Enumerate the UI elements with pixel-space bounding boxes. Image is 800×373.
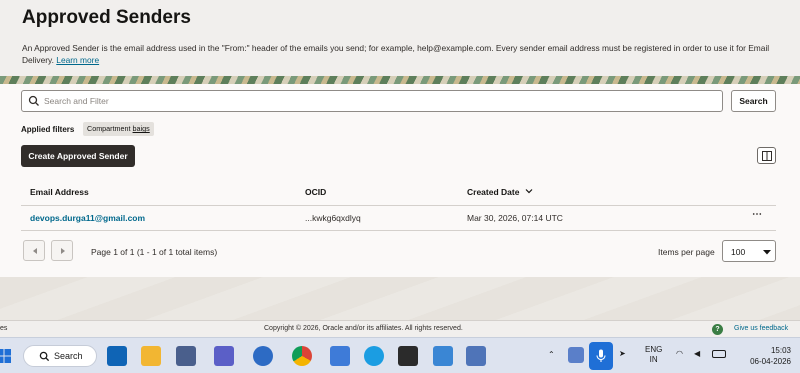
footer-left-text[interactable]: es xyxy=(0,325,7,332)
remote-desktop-icon[interactable] xyxy=(433,346,453,366)
outlook-icon[interactable] xyxy=(107,346,127,366)
system-clock[interactable]: 15:03 06-04-2026 xyxy=(739,345,791,367)
ocid-cell: ...kwkg6qxdlyq xyxy=(305,213,361,223)
filter-chip-key: Compartment xyxy=(87,124,131,133)
language-code: ENG xyxy=(645,345,663,354)
items-per-page-value: 100 xyxy=(731,247,746,257)
applied-filters-label: Applied filters xyxy=(21,125,75,134)
learn-more-link[interactable]: Learn more xyxy=(56,55,99,65)
filter-chip-value[interactable]: baigs xyxy=(133,124,150,133)
file-explorer-icon[interactable] xyxy=(141,346,161,366)
columns-icon xyxy=(762,151,772,161)
teams-icon[interactable] xyxy=(214,346,234,366)
chrome-icon[interactable] xyxy=(292,346,312,366)
wifi-icon[interactable]: ◠ xyxy=(676,349,683,358)
search-box[interactable] xyxy=(21,90,723,112)
taskbar-search[interactable]: Search xyxy=(23,345,97,367)
email-address-link[interactable]: devops.durga11@gmail.com xyxy=(30,213,145,223)
main-content: Search Applied filters Compartment baigs… xyxy=(0,84,800,277)
table-row-divider xyxy=(21,230,776,231)
more-actions-icon[interactable]: ⋯ xyxy=(749,210,765,224)
page-title: Approved Senders xyxy=(22,7,191,28)
help-icon[interactable]: ? xyxy=(712,324,723,335)
clock-date: 06-04-2026 xyxy=(750,357,791,366)
page-header: Approved Senders An Approved Sender is t… xyxy=(0,0,800,76)
windows-start-icon[interactable] xyxy=(0,349,11,363)
dropdown-caret-icon xyxy=(763,250,771,255)
notepad-icon[interactable] xyxy=(330,346,350,366)
previous-page-button[interactable] xyxy=(23,240,45,261)
next-page-button[interactable] xyxy=(51,240,73,261)
taskbar-search-label: Search xyxy=(54,351,83,361)
page-description: An Approved Sender is the email address … xyxy=(22,42,782,66)
clock-time: 15:03 xyxy=(770,346,791,355)
manage-columns-button[interactable] xyxy=(757,147,776,164)
browser-app-icon[interactable] xyxy=(253,346,273,366)
column-header-email[interactable]: Email Address xyxy=(30,187,89,197)
chevron-up-icon[interactable]: ⌃ xyxy=(548,350,555,359)
sync-icon[interactable] xyxy=(568,347,584,363)
table-header-divider xyxy=(21,205,776,206)
edge-icon[interactable] xyxy=(364,346,384,366)
language-region: IN xyxy=(649,355,658,364)
location-arrow-icon[interactable]: ➤ xyxy=(619,349,626,358)
copyright-text: Copyright © 2026, Oracle and/or its affi… xyxy=(264,325,463,332)
volume-icon[interactable]: ◀ xyxy=(694,349,700,358)
column-header-ocid[interactable]: OCID xyxy=(305,187,326,197)
network-app-icon[interactable] xyxy=(176,346,196,366)
search-icon xyxy=(28,95,39,106)
language-indicator[interactable]: ENG IN xyxy=(645,345,662,365)
create-approved-sender-button[interactable]: Create Approved Sender xyxy=(21,145,135,167)
sort-descending-icon[interactable] xyxy=(525,187,533,195)
chevron-left-icon xyxy=(33,248,37,254)
created-date-cell: Mar 30, 2026, 07:14 UTC xyxy=(467,213,563,223)
microphone-icon xyxy=(596,349,606,362)
column-header-created-date[interactable]: Created Date xyxy=(467,187,519,197)
battery-icon[interactable] xyxy=(712,350,726,358)
chevron-right-icon xyxy=(61,248,65,254)
search-icon xyxy=(39,351,50,362)
search-button[interactable]: Search xyxy=(731,90,776,112)
filter-chip-compartment[interactable]: Compartment baigs xyxy=(83,122,154,136)
give-feedback-link[interactable]: Give us feedback xyxy=(734,325,788,332)
windows-taskbar: Search ⌃ ➤ ENG IN ◠ ◀ 15:03 06-04-2026 xyxy=(0,337,800,373)
items-per-page-select[interactable]: 100 xyxy=(722,240,776,262)
page-background xyxy=(0,277,800,320)
console-footer: es Copyright © 2026, Oracle and/or its a… xyxy=(0,320,800,337)
decorative-banner xyxy=(0,76,800,84)
terminal-icon[interactable] xyxy=(398,346,418,366)
network-connect-icon[interactable] xyxy=(466,346,486,366)
search-input[interactable] xyxy=(44,94,704,108)
items-per-page-label: Items per page xyxy=(658,247,715,257)
microphone-button[interactable] xyxy=(589,342,613,370)
pagination-info: Page 1 of 1 (1 - 1 of 1 total items) xyxy=(91,247,218,257)
description-text: An Approved Sender is the email address … xyxy=(22,43,770,65)
